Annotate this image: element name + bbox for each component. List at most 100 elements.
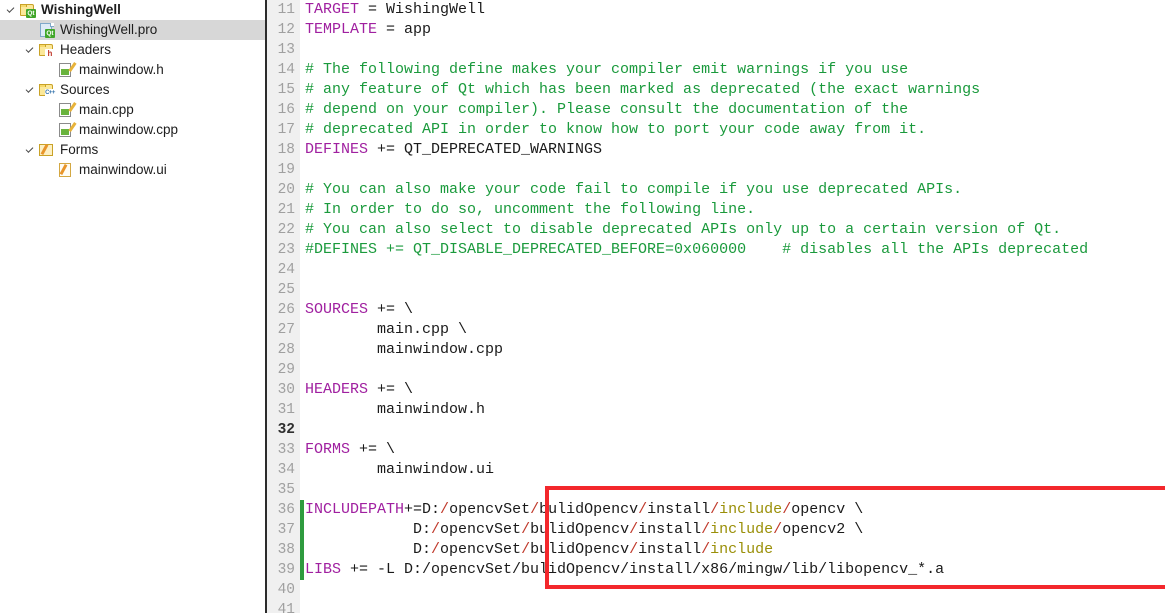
code-line-text[interactable]: mainwindow.h — [305, 400, 485, 420]
code-token: # any feature of Qt which has been marke… — [305, 81, 981, 98]
pencil-glyph — [59, 163, 68, 175]
forms-folder-icon — [38, 143, 55, 158]
pencil-glyph — [68, 61, 77, 72]
code-line-text[interactable]: D:/opencvSet/bulidOpencv/install/include — [305, 540, 773, 560]
modified-line-marker — [300, 520, 304, 540]
pencil-glyph — [68, 121, 77, 132]
code-token: HEADERS — [305, 381, 369, 398]
code-token: / — [773, 521, 783, 538]
code-token: TARGET — [305, 1, 360, 18]
code-token: # You can also select to disable depreca… — [305, 221, 1062, 238]
code-token: install — [647, 501, 711, 518]
code-token: / — [629, 521, 639, 538]
code-line-text[interactable]: # In order to do so, uncomment the follo… — [305, 200, 755, 220]
code-token: / — [701, 541, 711, 558]
line-number: 25 — [277, 282, 295, 298]
qt-project-folder-icon: Qt — [19, 3, 36, 18]
modified-line-marker — [300, 560, 304, 580]
code-token: install — [638, 541, 702, 558]
code-token: bulidOpencv — [530, 541, 630, 558]
chevron-down-icon[interactable] — [23, 80, 38, 100]
code-line-text[interactable]: TARGET = WishingWell — [305, 0, 485, 20]
code-token: opencv \ — [791, 501, 864, 518]
code-token: mainwindow.ui — [305, 461, 495, 478]
code-token: # deprecated API in order to know how to… — [305, 121, 927, 138]
chevron-down-icon[interactable] — [23, 140, 38, 160]
line-number: 14 — [277, 62, 295, 78]
code-line-text[interactable]: mainwindow.cpp — [305, 340, 503, 360]
code-line-text[interactable]: # You can also select to disable depreca… — [305, 220, 1061, 240]
code-token: += -L D:/opencvSet/bulidOpencv/install/x… — [341, 561, 945, 578]
code-token: += QT_DEPRECATED_WARNINGS — [368, 141, 603, 158]
chevron-down-icon[interactable] — [23, 40, 38, 60]
code-line-text[interactable]: mainwindow.ui — [305, 460, 494, 480]
tree-item-sources[interactable]: C++ Sources — [0, 80, 265, 100]
line-number: 19 — [277, 162, 295, 178]
line-number: 29 — [277, 362, 295, 378]
tree-item-mainwindow-cpp[interactable]: mainwindow.cpp — [0, 120, 265, 140]
line-number: 39 — [277, 562, 295, 578]
tree-item-label: Headers — [60, 42, 112, 57]
line-number: 18 — [277, 142, 295, 158]
code-token: / — [521, 521, 531, 538]
tree-item-mainwindow-ui[interactable]: mainwindow.ui — [0, 160, 265, 180]
line-number: 23 — [277, 242, 295, 258]
qt-badge: Qt — [45, 28, 55, 38]
search-match-token: include — [710, 541, 774, 558]
line-number: 33 — [277, 442, 295, 458]
line-number: 20 — [277, 182, 295, 198]
tree-item-forms[interactable]: Forms — [0, 140, 265, 160]
line-number: 37 — [277, 522, 295, 538]
line-number: 38 — [277, 542, 295, 558]
code-token: / — [530, 501, 540, 518]
tree-item-label: mainwindow.h — [79, 62, 164, 77]
line-number: 11 — [277, 2, 295, 18]
code-token: main.cpp \ — [305, 321, 468, 338]
cpp-badge: C++ — [45, 88, 55, 98]
line-number: 28 — [277, 342, 295, 358]
code-token: / — [638, 501, 648, 518]
code-token: / — [782, 501, 792, 518]
chevron-down-icon[interactable] — [4, 0, 19, 20]
code-line-text[interactable]: #DEFINES += QT_DISABLE_DEPRECATED_BEFORE… — [305, 240, 1088, 260]
tree-item-mainwindow-h[interactable]: mainwindow.h — [0, 60, 265, 80]
tree-item-wishingwell-project[interactable]: Qt WishingWell — [0, 0, 265, 20]
code-line-text[interactable]: LIBS += -L D:/opencvSet/bulidOpencv/inst… — [305, 560, 944, 580]
code-token: TEMPLATE — [305, 21, 378, 38]
project-tree-sidebar[interactable]: Qt WishingWell Qt WishingWell.pro h Headers ma… — [0, 0, 267, 613]
code-line-text[interactable]: D:/opencvSet/bulidOpencv/install/include… — [305, 520, 863, 540]
code-line-text[interactable]: # You can also make your code fail to co… — [305, 180, 962, 200]
code-line-text[interactable]: SOURCES += \ — [305, 300, 413, 320]
tree-item-wishingwell-pro[interactable]: Qt WishingWell.pro — [0, 20, 265, 40]
code-line-text[interactable]: FORMS += \ — [305, 440, 395, 460]
code-token: FORMS — [305, 441, 351, 458]
code-line-text[interactable]: # deprecated API in order to know how to… — [305, 120, 926, 140]
pencil-glyph — [68, 101, 77, 112]
line-number: 27 — [277, 322, 295, 338]
code-editor[interactable]: 11 TARGET = WishingWell 12 TEMPLATE = app 13… — [267, 0, 1165, 613]
tree-item-label: mainwindow.ui — [79, 162, 167, 177]
code-line-text[interactable]: # any feature of Qt which has been marke… — [305, 80, 980, 100]
code-token: += \ — [368, 301, 414, 318]
tree-item-headers[interactable]: h Headers — [0, 40, 265, 60]
sources-folder-icon: C++ — [38, 83, 55, 98]
code-line-text[interactable]: # depend on your compiler). Please consu… — [305, 100, 908, 120]
qt-badge: Qt — [26, 8, 36, 18]
h-badge: h — [45, 48, 55, 58]
code-line-text[interactable]: TEMPLATE = app — [305, 20, 431, 40]
code-line-text[interactable]: HEADERS += \ — [305, 380, 413, 400]
code-line-text[interactable]: # The following define makes your compil… — [305, 60, 908, 80]
line-number: 32 — [277, 422, 295, 438]
line-number: 12 — [277, 22, 295, 38]
code-token: += \ — [368, 381, 414, 398]
source-file-icon — [57, 121, 77, 138]
line-number: 13 — [277, 42, 295, 58]
code-line-text[interactable]: DEFINES += QT_DEPRECATED_WARNINGS — [305, 140, 602, 160]
source-file-icon — [57, 101, 77, 118]
tree-item-main-cpp[interactable]: main.cpp — [0, 100, 265, 120]
code-line-text[interactable]: INCLUDEPATH+=D:/opencvSet/bulidOpencv/in… — [305, 500, 863, 520]
line-number: 40 — [277, 582, 295, 598]
line-number: 17 — [277, 122, 295, 138]
code-token: DEFINES — [305, 141, 369, 158]
code-line-text[interactable]: main.cpp \ — [305, 320, 467, 340]
